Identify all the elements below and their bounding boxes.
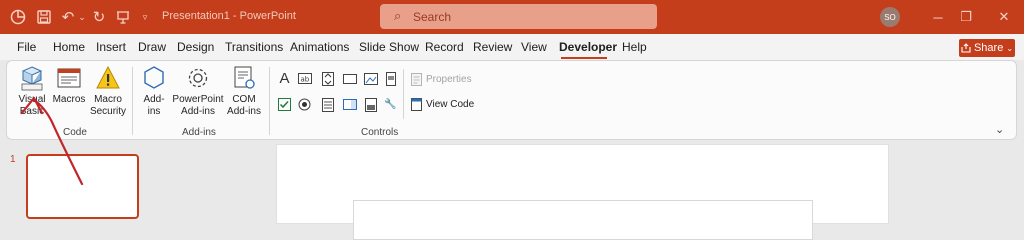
undo-dropdown-chevron-icon[interactable]: ⌄ (76, 0, 88, 34)
powerpoint-addins-button[interactable]: PowerPoint Add-ins (171, 65, 225, 118)
title-bar: ↶ ⌄ ↻ ▿ Presentation1 - PowerPoint ⌕ Sea… (0, 0, 1024, 34)
com-addins-label: COM Add-ins (227, 94, 261, 117)
properties-label: Properties (426, 74, 472, 85)
save-icon[interactable] (32, 0, 56, 34)
customize-toolbar-icon[interactable]: ▿ (138, 0, 152, 34)
search-icon: ⌕ (394, 8, 402, 23)
tab-file[interactable]: File (17, 40, 36, 54)
start-presentation-icon[interactable] (112, 0, 134, 34)
tab-developer[interactable]: Developer (559, 40, 617, 54)
addins-hexagon-icon (144, 66, 164, 89)
controls-divider (403, 69, 404, 119)
visual-basic-button[interactable]: Visual Basic (15, 65, 49, 118)
properties-icon (411, 73, 422, 86)
group-divider (269, 67, 270, 135)
macros-button[interactable]: Macros (51, 65, 87, 106)
com-addins-button[interactable]: COM Add-ins (227, 65, 261, 118)
view-code-button[interactable]: View Code (411, 98, 474, 111)
warning-icon (96, 65, 120, 89)
powerpoint-addins-label: PowerPoint Add-ins (172, 94, 224, 117)
group-label-addins: Add-ins (182, 127, 216, 138)
macros-label: Macros (52, 94, 86, 105)
tab-view[interactable]: View (521, 40, 547, 54)
toggle-button-control-icon[interactable] (363, 97, 378, 112)
restore-icon[interactable]: ❐ (946, 0, 986, 34)
tab-record[interactable]: Record (425, 40, 464, 54)
ribbon: Visual Basic Macros Macro Security Code … (6, 60, 1017, 140)
tab-home[interactable]: Home (53, 40, 85, 54)
share-label: Share (973, 42, 1004, 54)
share-chevron-icon: ⌄ (1006, 43, 1014, 53)
tab-design[interactable]: Design (177, 40, 214, 54)
tab-draw[interactable]: Draw (138, 40, 166, 54)
scrollbar-control-icon[interactable] (383, 71, 398, 86)
visual-basic-icon (21, 66, 43, 91)
redo-icon[interactable]: ↻ (88, 0, 110, 34)
option-button-control-icon[interactable] (297, 97, 312, 112)
tab-help[interactable]: Help (622, 40, 647, 54)
tab-transitions[interactable]: Transitions (225, 40, 283, 54)
listbox-control-icon[interactable] (320, 97, 335, 112)
view-code-icon (411, 98, 422, 111)
gear-icon (188, 68, 208, 88)
group-divider (132, 67, 133, 135)
macro-security-button[interactable]: Macro Security (89, 65, 127, 118)
share-button[interactable]: Share ⌄ (959, 39, 1015, 57)
tab-slide-show[interactable]: Slide Show (359, 40, 419, 54)
image-control-icon[interactable] (363, 71, 378, 86)
window-title: Presentation1 - PowerPoint (162, 10, 296, 22)
close-icon[interactable]: ✕ (984, 0, 1024, 34)
textbox-control-icon[interactable]: ab (297, 71, 312, 86)
addins-label: Add-ins (143, 94, 165, 117)
svg-text:ab: ab (300, 76, 309, 84)
tab-review[interactable]: Review (473, 40, 512, 54)
tab-animations[interactable]: Animations (290, 40, 349, 54)
group-label-controls: Controls (361, 127, 399, 138)
slide-thumbnail[interactable] (26, 154, 139, 219)
macro-security-label: Macro Security (89, 94, 127, 117)
more-controls-icon[interactable]: 🔧 (383, 97, 398, 112)
macros-icon (57, 68, 81, 88)
label-control-icon[interactable]: A (277, 70, 292, 87)
powerpoint-logo-icon (6, 0, 30, 34)
menu-bar: File Home Insert Draw Design Transitions… (0, 34, 1024, 60)
share-icon (961, 43, 971, 53)
avatar[interactable]: SO (880, 7, 900, 27)
properties-button[interactable]: Properties (411, 73, 472, 86)
addins-button[interactable]: Add-ins (139, 65, 169, 118)
collapse-ribbon-chevron-icon[interactable]: ⌄ (995, 123, 1004, 136)
group-label-code: Code (63, 127, 87, 138)
search-input[interactable]: ⌕ Search (380, 4, 657, 29)
tab-insert[interactable]: Insert (96, 40, 126, 54)
combobox-control-icon[interactable] (342, 97, 357, 112)
active-tab-indicator (561, 57, 607, 59)
com-addins-icon (234, 66, 255, 89)
visual-basic-label: Visual Basic (18, 94, 46, 117)
slide-placeholder[interactable] (353, 200, 813, 240)
spin-button-control-icon[interactable] (320, 71, 335, 86)
view-code-label: View Code (426, 99, 475, 110)
search-placeholder: Search (413, 10, 452, 24)
slide-number: 1 (10, 154, 16, 165)
undo-icon[interactable]: ↶ (58, 0, 78, 34)
command-button-control-icon[interactable] (342, 71, 357, 86)
checkbox-control-icon[interactable] (277, 97, 292, 112)
